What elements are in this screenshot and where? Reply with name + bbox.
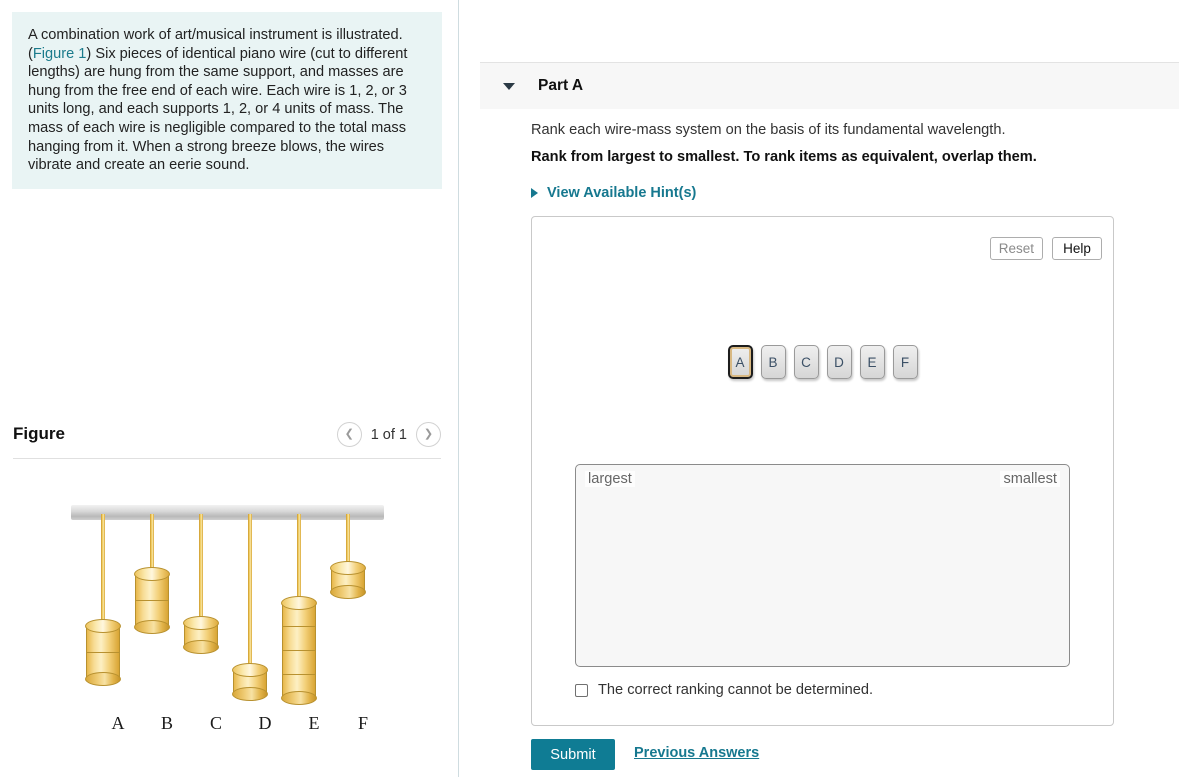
mass-a-cap: [85, 619, 121, 633]
rank-tile-b[interactable]: B: [760, 345, 786, 379]
rank-tile-d[interactable]: D: [826, 345, 852, 379]
figure-label-b: B: [160, 713, 173, 733]
cannot-determine-checkbox[interactable]: [575, 683, 588, 697]
mass-d: [232, 663, 268, 701]
figure-diagram[interactable]: A B C D E F: [13, 470, 441, 760]
wire-a: [101, 514, 105, 632]
figure-label-a: A: [111, 713, 125, 733]
right-panel: Part A Rank each wire-mass system on the…: [459, 0, 1179, 777]
problem-statement-text: A combination work of art/musical instru…: [28, 26, 426, 175]
part-a-header[interactable]: Part A: [480, 62, 1179, 109]
rankable-items-tray: A B C D E F: [532, 345, 1113, 379]
mass-b-bottom: [134, 620, 170, 634]
rank-tile-a[interactable]: A: [727, 345, 753, 379]
rank-tile-e[interactable]: E: [859, 345, 885, 379]
support-beam: [71, 505, 384, 520]
problem-page: A combination work of art/musical instru…: [0, 0, 1179, 777]
mass-f-bottom: [330, 585, 366, 599]
mass-d-bottom: [232, 687, 268, 701]
part-a-title: Part A: [538, 77, 584, 94]
figure-page-label: 1 of 1: [370, 426, 407, 443]
mass-d-cap: [232, 663, 268, 677]
ranking-instruction: Rank from largest to smallest. To rank i…: [531, 149, 1037, 165]
figure-label-e: E: [308, 713, 320, 733]
figure-label-row: A B C D E F: [13, 713, 441, 743]
mass-a-bottom: [85, 672, 121, 686]
caret-down-icon[interactable]: [503, 82, 515, 90]
chevron-left-icon[interactable]: ❮: [336, 422, 362, 447]
figure-divider: [13, 458, 441, 459]
dropzone-largest-label: largest: [585, 471, 635, 487]
view-hints-label: View Available Hint(s): [547, 185, 697, 201]
cannot-determine-row[interactable]: The correct ranking cannot be determined…: [575, 682, 873, 698]
question-text: Rank each wire-mass system on the basis …: [531, 122, 1006, 138]
help-button[interactable]: Help: [1052, 237, 1102, 260]
dropzone-smallest-label: smallest: [1000, 471, 1060, 487]
mass-f-cap: [330, 561, 366, 575]
mass-f: [330, 561, 366, 599]
rank-tile-c[interactable]: C: [793, 345, 819, 379]
cannot-determine-label: The correct ranking cannot be determined…: [598, 682, 874, 698]
reset-button[interactable]: Reset: [989, 237, 1043, 260]
figure-pager: ❮ 1 of 1 ❯: [336, 422, 441, 447]
previous-answers-link[interactable]: Previous Answers: [634, 745, 759, 761]
figure-label-d: D: [258, 713, 272, 733]
view-hints-button[interactable]: View Available Hint(s): [531, 185, 696, 201]
mass-c: [183, 616, 219, 654]
rank-tile-f[interactable]: F: [892, 345, 918, 379]
mass-c-bottom: [183, 640, 219, 654]
caret-right-icon: [531, 188, 538, 198]
ranking-widget: Reset Help A B C D E F largest smallest …: [531, 216, 1114, 726]
mass-e-disk-2: [282, 626, 316, 650]
problem-statement-box: A combination work of art/musical instru…: [12, 12, 442, 189]
mass-b-cap: [134, 567, 170, 581]
widget-toolbar: Reset Help: [989, 237, 1102, 260]
wire-e: [297, 514, 301, 609]
chevron-right-icon[interactable]: ❯: [416, 422, 441, 447]
mass-c-cap: [183, 616, 219, 630]
mass-a: [85, 619, 121, 686]
figure-label-c: C: [209, 713, 222, 733]
mass-e-cap: [281, 596, 317, 610]
wire-d: [248, 514, 252, 676]
mass-b: [134, 567, 170, 634]
figure-1-link[interactable]: Figure 1: [33, 46, 87, 62]
figure-header: Figure ❮ 1 of 1 ❯: [13, 422, 441, 456]
figure-title: Figure: [13, 424, 65, 443]
figure-label-f: F: [357, 713, 368, 733]
problem-text-part2: ) Six pieces of identical piano wire (cu…: [28, 45, 408, 174]
wire-c: [199, 514, 203, 629]
ranking-dropzone[interactable]: largest smallest: [575, 464, 1070, 667]
left-panel: A combination work of art/musical instru…: [0, 0, 458, 777]
mass-e-disk-3: [282, 650, 316, 674]
mass-e-bottom: [281, 691, 317, 705]
mass-e: [281, 596, 317, 705]
submit-button[interactable]: Submit: [531, 739, 615, 770]
